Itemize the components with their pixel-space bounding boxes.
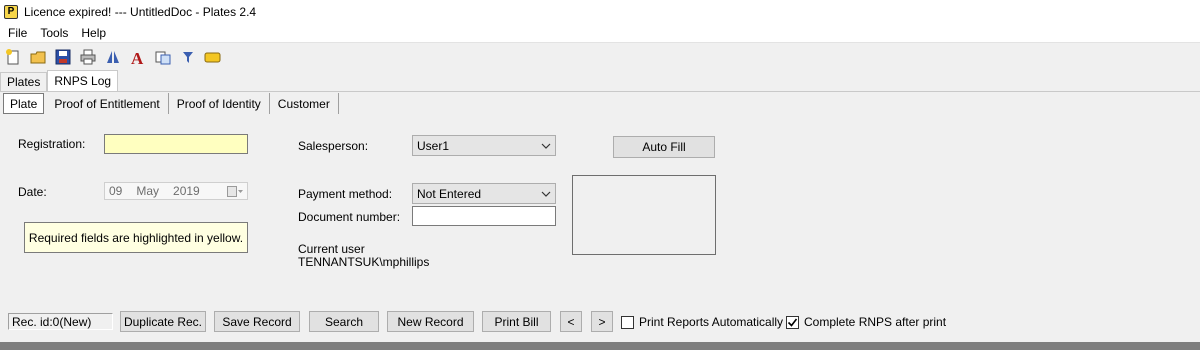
save-icon[interactable] bbox=[54, 48, 72, 66]
date-month: May bbox=[136, 184, 160, 198]
date-label: Date: bbox=[18, 185, 47, 199]
compare-icon[interactable] bbox=[104, 48, 122, 66]
payment-method-value: Not Entered bbox=[417, 186, 482, 201]
chevron-down-icon bbox=[541, 191, 551, 197]
duplicate-record-button[interactable]: Duplicate Rec. bbox=[120, 311, 206, 332]
next-record-button[interactable]: > bbox=[591, 311, 613, 332]
menu-help[interactable]: Help bbox=[76, 26, 111, 40]
current-user-value: TENNANTSUK\mphillips bbox=[298, 255, 430, 269]
current-user-label: Current user bbox=[298, 242, 365, 256]
date-year: 2019 bbox=[173, 184, 200, 198]
new-icon[interactable] bbox=[4, 48, 22, 66]
checkmark-icon bbox=[787, 318, 798, 327]
date-day: 09 bbox=[109, 184, 123, 198]
calendar-icon[interactable] bbox=[227, 186, 243, 197]
tab-plate[interactable]: Plate bbox=[3, 93, 45, 114]
print-reports-checkbox[interactable]: Print Reports Automatically bbox=[621, 315, 783, 329]
required-fields-note: Required fields are highlighted in yello… bbox=[24, 222, 248, 253]
title-bar: P Licence expired! --- UntitledDoc - Pla… bbox=[0, 0, 1200, 24]
svg-text:A: A bbox=[131, 49, 144, 65]
tab-proof-of-entitlement[interactable]: Proof of Entitlement bbox=[46, 93, 169, 114]
new-record-button[interactable]: New Record bbox=[387, 311, 474, 332]
registration-label: Registration: bbox=[18, 137, 86, 151]
filter-icon[interactable] bbox=[179, 48, 197, 66]
menu-bar: File Tools Help bbox=[0, 24, 1200, 43]
salesperson-select[interactable]: User1 bbox=[412, 135, 556, 156]
menu-file[interactable]: File bbox=[3, 26, 32, 40]
search-button[interactable]: Search bbox=[309, 311, 379, 332]
document-number-label: Document number: bbox=[298, 210, 401, 224]
print-bill-button[interactable]: Print Bill bbox=[482, 311, 551, 332]
message-icon[interactable] bbox=[204, 48, 222, 66]
salesperson-label: Salesperson: bbox=[298, 139, 369, 153]
tab-plates[interactable]: Plates bbox=[0, 72, 48, 91]
auto-fill-button[interactable]: Auto Fill bbox=[613, 136, 715, 158]
payment-method-label: Payment method: bbox=[298, 187, 393, 201]
chevron-down-icon bbox=[541, 143, 551, 149]
inner-tab-strip: Plate Proof of Entitlement Proof of Iden… bbox=[3, 93, 339, 114]
print-reports-label: Print Reports Automatically bbox=[639, 315, 784, 329]
print-icon[interactable] bbox=[79, 48, 97, 66]
menu-tools[interactable]: Tools bbox=[35, 26, 73, 40]
salesperson-value: User1 bbox=[417, 138, 450, 153]
document-number-input[interactable] bbox=[412, 206, 556, 226]
checkbox-box[interactable] bbox=[621, 315, 634, 329]
open-icon[interactable] bbox=[29, 48, 47, 66]
tab-customer[interactable]: Customer bbox=[270, 93, 339, 114]
font-icon[interactable]: A bbox=[129, 48, 147, 66]
tab-proof-of-identity[interactable]: Proof of Identity bbox=[169, 93, 270, 114]
payment-method-select[interactable]: Not Entered bbox=[412, 183, 556, 204]
record-id-field: Rec. id:0(New) bbox=[8, 313, 113, 330]
complete-rnps-label: Complete RNPS after print bbox=[804, 315, 947, 329]
outer-tab-strip: Plates RNPS Log bbox=[0, 70, 119, 91]
previous-record-button[interactable]: < bbox=[560, 311, 582, 332]
window-title: Licence expired! --- UntitledDoc - Plate… bbox=[24, 5, 257, 19]
save-record-button[interactable]: Save Record bbox=[214, 311, 300, 332]
date-picker[interactable]: 09 May 2019 bbox=[104, 182, 248, 200]
registration-input[interactable] bbox=[104, 134, 248, 154]
copy-icon[interactable] bbox=[154, 48, 172, 66]
plates-app-icon: P bbox=[4, 5, 18, 19]
checkbox-box[interactable] bbox=[786, 315, 799, 329]
tab-rnps-log[interactable]: RNPS Log bbox=[47, 70, 119, 91]
complete-rnps-checkbox[interactable]: Complete RNPS after print bbox=[786, 315, 946, 329]
toolbar: A bbox=[0, 44, 1200, 69]
status-bar bbox=[0, 342, 1200, 350]
image-preview-box bbox=[572, 175, 716, 255]
